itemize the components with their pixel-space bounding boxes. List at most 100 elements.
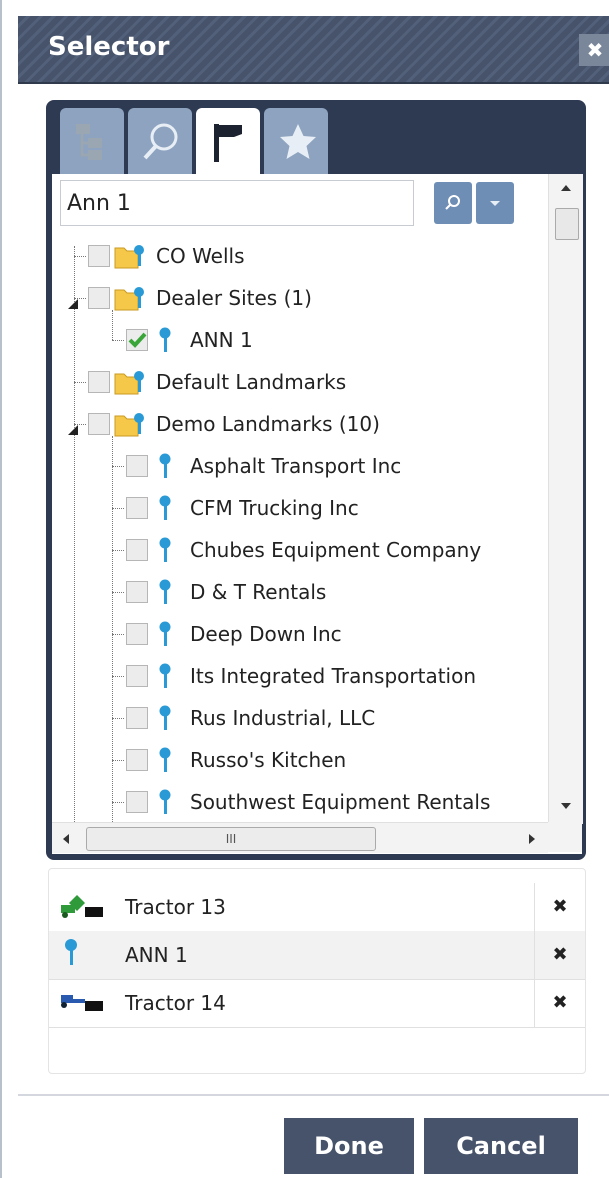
list-item-label: ANN 1 bbox=[125, 943, 188, 967]
magnifier-icon bbox=[143, 123, 178, 160]
tree-connector bbox=[74, 298, 86, 299]
tree-row[interactable]: Chubes Equipment Company bbox=[52, 530, 548, 570]
remove-button[interactable]: ✖ bbox=[534, 979, 585, 1027]
tree-checkbox[interactable] bbox=[126, 665, 148, 687]
tree-connector bbox=[74, 424, 86, 425]
tree-checkbox[interactable] bbox=[88, 287, 110, 309]
remove-icon: ✖ bbox=[552, 944, 568, 965]
remove-button[interactable]: ✖ bbox=[534, 931, 585, 979]
tree-row[interactable]: Rus Industrial, LLC bbox=[52, 698, 548, 738]
close-icon: ✖ bbox=[586, 38, 604, 62]
close-button[interactable]: ✖ bbox=[579, 34, 609, 66]
tree-connector bbox=[112, 802, 124, 803]
tree-row-label: ANN 1 bbox=[190, 328, 253, 352]
tab-search[interactable] bbox=[128, 108, 192, 174]
tree-connector bbox=[112, 676, 124, 677]
tree-row[interactable]: CO Wells bbox=[52, 236, 548, 276]
landmark-pin-icon bbox=[65, 939, 77, 965]
tree-checkbox[interactable] bbox=[126, 329, 148, 351]
tree-checkbox[interactable] bbox=[126, 749, 148, 771]
landmark-pin-icon bbox=[156, 578, 174, 613]
tree-row-label: Deep Down Inc bbox=[190, 622, 342, 646]
landmark-pin-icon bbox=[156, 452, 174, 487]
tree-connector bbox=[112, 340, 124, 341]
landmark-pin-icon bbox=[156, 746, 174, 781]
tree-row-label: CO Wells bbox=[156, 244, 245, 268]
remove-button[interactable]: ✖ bbox=[534, 883, 585, 931]
remove-icon: ✖ bbox=[552, 992, 568, 1013]
tree-connector bbox=[74, 382, 86, 383]
tree-row-label: Chubes Equipment Company bbox=[190, 538, 482, 562]
tab-tree[interactable] bbox=[60, 108, 124, 174]
tractor-blue-icon bbox=[61, 995, 103, 1011]
expand-arrow-icon[interactable] bbox=[66, 292, 80, 316]
tree-connector bbox=[112, 592, 124, 593]
folder-landmark-icon bbox=[114, 410, 146, 443]
tree-checkbox[interactable] bbox=[88, 371, 110, 393]
search-input[interactable] bbox=[60, 180, 414, 226]
tree-row-label: Southwest Equipment Rentals bbox=[190, 790, 491, 814]
tree-checkbox[interactable] bbox=[126, 539, 148, 561]
done-button[interactable]: Done bbox=[284, 1118, 414, 1174]
list-item[interactable]: Tractor 13 ✖ bbox=[49, 883, 585, 932]
search-dropdown-button[interactable] bbox=[476, 182, 514, 224]
vertical-scrollbar[interactable] bbox=[548, 174, 583, 824]
search-button[interactable] bbox=[434, 182, 472, 224]
tree-checkbox[interactable] bbox=[126, 455, 148, 477]
search-icon bbox=[445, 195, 460, 210]
tree-row[interactable]: CFM Trucking Inc bbox=[52, 488, 548, 528]
tree-row-label: Its Integrated Transportation bbox=[190, 664, 477, 688]
tree-row[interactable]: Its Integrated Transportation bbox=[52, 656, 548, 696]
tree-checkbox[interactable] bbox=[126, 707, 148, 729]
tree-row[interactable]: Asphalt Transport Inc bbox=[52, 446, 548, 486]
flag-icon bbox=[214, 124, 242, 162]
folder-landmark-icon bbox=[114, 242, 146, 275]
tree-row-label: Rus Industrial, LLC bbox=[190, 706, 376, 730]
chevron-down-icon bbox=[490, 201, 500, 206]
tree-row[interactable]: Southwest Equipment Rentals bbox=[52, 782, 548, 822]
tree-row[interactable]: Deep Down Inc bbox=[52, 614, 548, 654]
folder-landmark-icon bbox=[114, 284, 146, 317]
tree-row-label: Demo Landmarks (10) bbox=[156, 412, 380, 436]
tree-row[interactable]: Demo Landmarks (10) bbox=[52, 404, 548, 444]
tree-checkbox[interactable] bbox=[88, 245, 110, 267]
selected-items-list: Tractor 13 ✖ ANN 1 ✖ Tractor 14 ✖ bbox=[48, 868, 586, 1074]
dialog-title: Selector bbox=[48, 32, 170, 62]
tree-row[interactable]: D & T Rentals bbox=[52, 572, 548, 612]
selector-dialog: Selector ✖ Ann 1 CO Wells Dealer Sites (… bbox=[0, 0, 609, 1178]
tab-flag[interactable] bbox=[196, 108, 260, 178]
tree-row-label: Default Landmarks bbox=[156, 370, 347, 394]
tree-checkbox[interactable] bbox=[126, 791, 148, 813]
landmark-pin-icon bbox=[156, 536, 174, 571]
tree-row[interactable]: Default Landmarks bbox=[52, 362, 548, 402]
tree-checkbox[interactable] bbox=[126, 581, 148, 603]
tree-connector bbox=[112, 760, 124, 761]
list-item[interactable]: Tractor 14 ✖ bbox=[49, 979, 585, 1028]
tab-favorites[interactable] bbox=[264, 108, 328, 174]
tree-row-label: Russo's Kitchen bbox=[190, 748, 347, 772]
tree-row[interactable]: Dealer Sites (1) bbox=[52, 278, 548, 318]
tree-checkbox[interactable] bbox=[126, 497, 148, 519]
tree-checkbox[interactable] bbox=[88, 413, 110, 435]
tree-row-label: CFM Trucking Inc bbox=[190, 496, 359, 520]
landmark-pin-icon bbox=[156, 788, 174, 823]
horizontal-scroll-thumb[interactable]: III bbox=[86, 827, 376, 851]
horizontal-scrollbar[interactable]: III bbox=[52, 822, 548, 853]
tree-row-label: Dealer Sites (1) bbox=[156, 286, 312, 310]
dialog-titlebar[interactable]: Selector ✖ bbox=[18, 16, 609, 84]
cancel-button[interactable]: Cancel bbox=[424, 1118, 578, 1174]
vertical-scroll-thumb[interactable] bbox=[555, 208, 579, 240]
tree-row-label: D & T Rentals bbox=[190, 580, 327, 604]
tree-row[interactable]: ANN 1 bbox=[52, 320, 548, 360]
list-item[interactable]: ANN 1 ✖ bbox=[49, 931, 585, 980]
tree-connector bbox=[112, 508, 124, 509]
scroll-right-icon bbox=[529, 834, 535, 844]
tree-row[interactable]: Russo's Kitchen bbox=[52, 740, 548, 780]
landmark-pin-icon bbox=[156, 326, 174, 361]
checkmark-icon bbox=[128, 332, 147, 348]
tree-connector bbox=[74, 256, 86, 257]
list-item-label: Tractor 14 bbox=[125, 991, 226, 1015]
expand-arrow-icon[interactable] bbox=[66, 418, 80, 442]
tree-checkbox[interactable] bbox=[126, 623, 148, 645]
tree-panel: CO Wells Dealer Sites (1) ANN 1 Default Lan… bbox=[46, 100, 586, 860]
